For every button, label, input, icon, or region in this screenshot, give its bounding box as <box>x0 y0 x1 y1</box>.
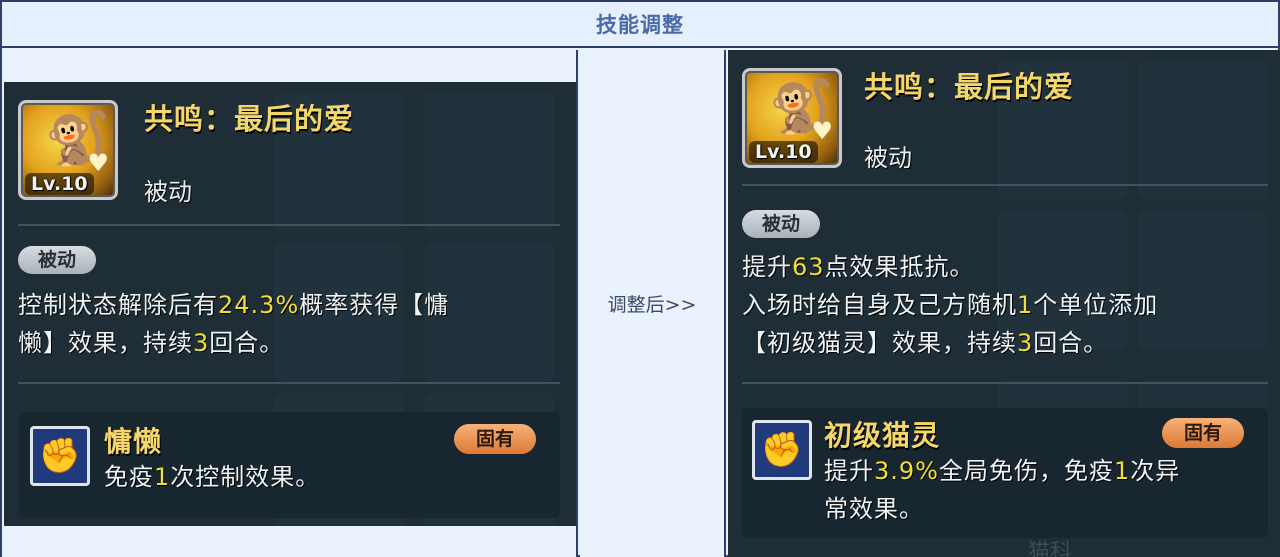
table-title: 技能调整 <box>596 13 684 37</box>
desc-text: 次异 <box>1130 457 1181 485</box>
desc-text: 免疫 <box>104 463 154 491</box>
passive-pill: 被动 <box>742 210 821 238</box>
innate-tag: 固有 <box>1162 418 1245 448</box>
desc-highlight: 63 <box>792 253 825 281</box>
desc-highlight: 24.3% <box>218 291 300 319</box>
desc-highlight: 1 <box>154 463 171 491</box>
before-cell: 🐒 ♥ Lv.10 共鸣：最后的爱 被动 被动 控制状态解除后有24.3%概率获… <box>2 50 578 557</box>
desc-text: 点效果抵抗。 <box>824 253 975 281</box>
muscle-figure-icon[interactable]: ✊ <box>752 420 812 480</box>
desc-text: 【初级猫灵】效果，持续 <box>742 329 1017 357</box>
desc-highlight: 3.9% <box>874 457 939 485</box>
divider <box>18 224 560 226</box>
desc-text: 概率获得【慵 <box>299 291 450 319</box>
skill-card-before: 🐒 ♥ Lv.10 共鸣：最后的爱 被动 被动 控制状态解除后有24.3%概率获… <box>4 82 576 526</box>
desc-text: 控制状态解除后有 <box>18 291 218 319</box>
desc-highlight: 3 <box>193 329 210 357</box>
innate-tag: 固有 <box>454 424 537 454</box>
desc-text: 个单位添加 <box>1033 291 1159 319</box>
category-watermark: 猫科 <box>1028 540 1073 557</box>
passive-pill: 被动 <box>18 246 97 274</box>
skill-type: 被动 <box>864 144 912 172</box>
desc-text: 回合。 <box>1033 329 1109 357</box>
desc-text: 提升 <box>742 253 792 281</box>
desc-text: 回合。 <box>209 329 285 357</box>
desc-highlight: 1 <box>1113 457 1131 485</box>
adjusted-arrow-label: 调整后>> <box>607 294 697 316</box>
desc-text: 次控制效果。 <box>170 463 321 491</box>
middle-cell: 调整后>> <box>580 50 726 557</box>
table-header: 技能调整 <box>2 2 1278 48</box>
buff-name: 慵懒 <box>104 425 163 458</box>
desc-text: 入场时给自身及己方随机 <box>742 291 1017 319</box>
buff-name: 初级猫灵 <box>824 419 941 452</box>
comparison-table: 技能调整 🐒 ♥ Lv.10 共鸣：最后的爱 被动 被动 控制状态解除后有24.… <box>0 0 1280 557</box>
buff-description: 提升3.9%全局免伤，免疫1次异 常效果。 <box>824 452 1180 528</box>
skill-icon[interactable]: 🐒 ♥ Lv.10 <box>742 68 842 168</box>
desc-text: 懒】效果，持续 <box>18 329 193 357</box>
skill-card-after: 🐒 ♥ Lv.10 共鸣：最后的爱 被动 被动 提升63点效果抵抗。 入场时给自… <box>728 50 1280 557</box>
muscle-figure-icon[interactable]: ✊ <box>30 426 90 486</box>
skill-level: Lv.10 <box>749 141 818 163</box>
skill-description: 控制状态解除后有24.3%概率获得【慵 懒】效果，持续3回合。 <box>18 286 558 362</box>
background-tile <box>424 92 554 232</box>
divider <box>742 184 1268 186</box>
buff-box: ✊ 初级猫灵 固有 提升3.9%全局免伤，免疫1次异 常效果。 <box>742 408 1268 538</box>
skill-name: 共鸣：最后的爱 <box>864 70 1075 104</box>
skill-icon[interactable]: 🐒 ♥ Lv.10 <box>18 100 118 200</box>
desc-text: 全局免伤，免疫 <box>938 457 1114 485</box>
desc-text: 提升 <box>824 457 874 485</box>
desc-text: 常效果。 <box>824 495 924 523</box>
divider <box>18 382 560 384</box>
skill-name: 共鸣：最后的爱 <box>144 102 355 136</box>
after-cell: 🐒 ♥ Lv.10 共鸣：最后的爱 被动 被动 提升63点效果抵抗。 入场时给自… <box>728 50 1280 557</box>
buff-box: ✊ 慵懒 固有 免疫1次控制效果。 <box>18 412 560 518</box>
divider <box>742 382 1268 384</box>
desc-highlight: 1 <box>1017 291 1034 319</box>
skill-type: 被动 <box>144 178 192 206</box>
skill-description: 提升63点效果抵抗。 入场时给自身及己方随机1个单位添加 【初级猫灵】效果，持续… <box>742 248 1272 362</box>
skill-level: Lv.10 <box>25 173 94 195</box>
buff-description: 免疫1次控制效果。 <box>104 458 320 496</box>
desc-highlight: 3 <box>1017 329 1034 357</box>
background-tile <box>1138 60 1268 200</box>
